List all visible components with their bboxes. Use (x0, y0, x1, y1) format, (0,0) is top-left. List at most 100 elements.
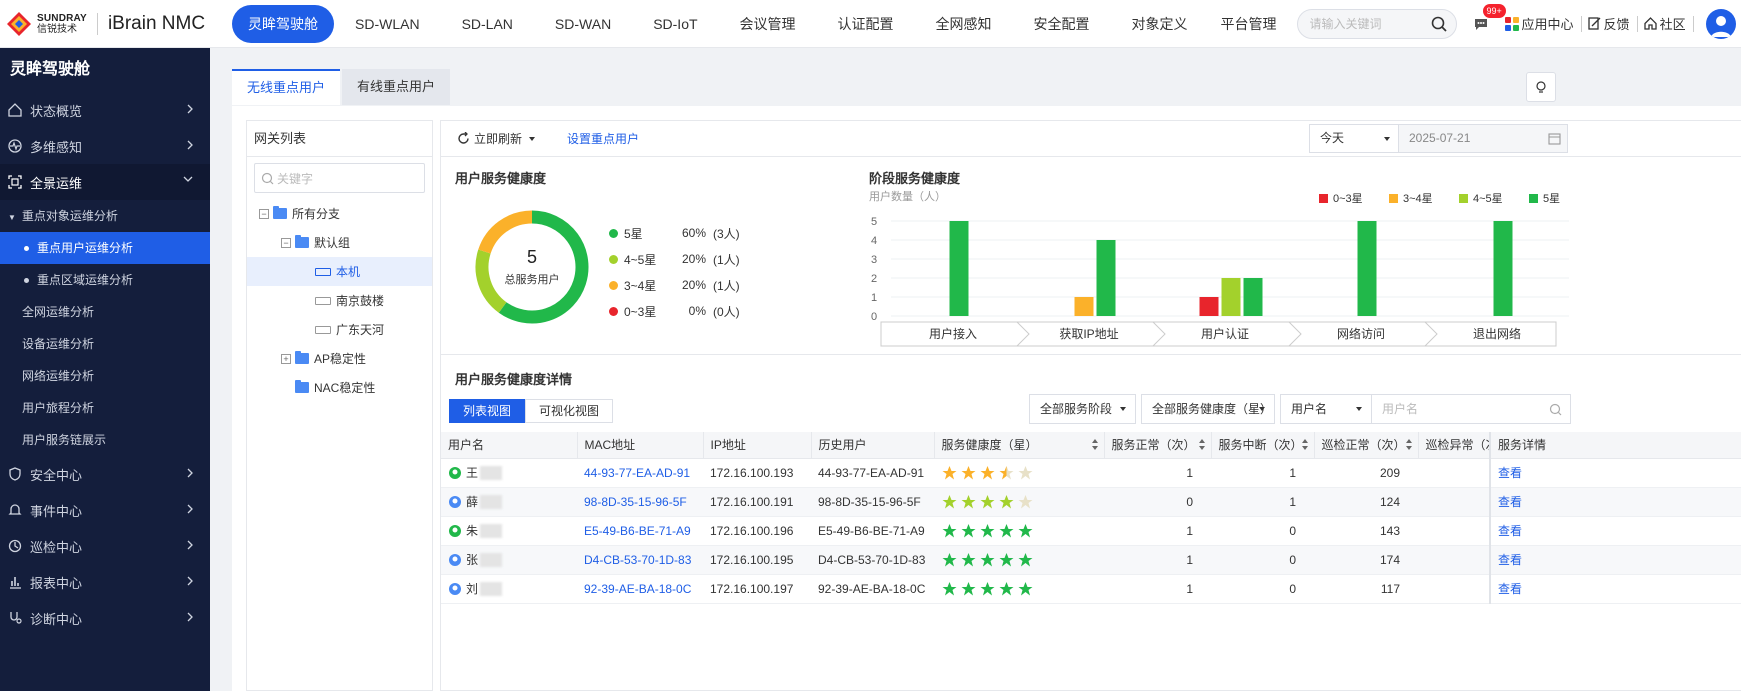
table-row[interactable]: 薛 98-8D-35-15-96-5F 172.16.100.191 98-8D-35… (441, 487, 1741, 517)
legend-item[interactable]: 5星 60% (3人) (609, 220, 740, 246)
tips-button[interactable] (1526, 72, 1556, 102)
col-inspect-ok[interactable]: 巡检正常（次） (1314, 432, 1419, 459)
col-service-broken[interactable]: 服务中断（次） (1211, 432, 1315, 459)
cell-mac[interactable]: 98-8D-35-15-96-5F (577, 487, 703, 517)
feedback-button[interactable]: 反馈 (1587, 14, 1630, 33)
legend-item[interactable]: 3~4星 20% (1人) (609, 272, 740, 298)
tree-node-all[interactable]: − 所有分支 (247, 199, 432, 228)
community-button[interactable]: 社区 (1643, 14, 1686, 33)
collapse-icon[interactable]: − (259, 208, 269, 219)
sort-icon[interactable] (1301, 439, 1308, 451)
tab-wireless-users[interactable]: 无线重点用户 (232, 69, 341, 105)
bar-1-1 (1074, 297, 1094, 316)
tree-node-local[interactable]: 本机 (247, 257, 432, 286)
table-row[interactable]: 张 D4-CB-53-70-1D-83 172.16.100.195 D4-CB-53… (441, 545, 1741, 575)
sidebar-item-status[interactable]: 状态概览 (0, 92, 210, 128)
refresh-button[interactable]: 立即刷新 (457, 130, 536, 147)
legend-item[interactable]: 0~3星 0% (0人) (609, 298, 740, 324)
tree-node-guangdong[interactable]: 广东天河 (247, 315, 432, 344)
sidebar-item-event-center[interactable]: 事件中心 (0, 492, 210, 528)
legend-item[interactable]: 4~5星 20% (1人) (609, 246, 740, 272)
set-key-user-link[interactable]: 设置重点用户 (567, 130, 639, 147)
user-device-icon (449, 553, 461, 566)
legend-name: 3~4星 (624, 278, 657, 293)
sort-icon[interactable] (1091, 439, 1098, 451)
legend-dot (609, 254, 618, 264)
user-device-icon (449, 495, 461, 508)
search-icon[interactable] (1549, 403, 1562, 416)
visual-view-button[interactable]: 可视化视图 (525, 399, 614, 423)
nav-sd-lan[interactable]: SD-LAN (441, 5, 534, 43)
calendar-icon[interactable] (1548, 132, 1561, 145)
nav-cockpit[interactable]: 灵眸驾驶舱 (232, 4, 334, 43)
nav-auth[interactable]: 认证配置 (817, 5, 915, 43)
sidebar-item-key-area[interactable]: 重点区域运维分析 (0, 264, 210, 296)
tree-node-nanjing[interactable]: 南京鼓楼 (247, 286, 432, 315)
sidebar-item-network-ops[interactable]: 全网运维分析 (0, 296, 210, 328)
user-avatar[interactable] (1705, 8, 1736, 39)
nav-meeting[interactable]: 会议管理 (719, 5, 817, 43)
user-search-input[interactable]: 用户名 (1371, 394, 1571, 424)
user-table: 用户名 MAC地址 IP地址 历史用户 服务健康度（星） 服务正常（次） 服务中… (441, 432, 1741, 604)
col-service-ok[interactable]: 服务正常（次） (1104, 432, 1212, 459)
health-filter-select[interactable]: 全部服务健康度（星） (1141, 394, 1275, 424)
view-detail-link[interactable]: 查看 (1489, 545, 1741, 575)
sidebar-item-key-user[interactable]: 重点用户运维分析 (0, 232, 210, 264)
table-row[interactable]: 王 44-93-77-EA-AD-91 172.16.100.193 44-93-77… (441, 458, 1741, 488)
nav-security[interactable]: 安全配置 (1013, 5, 1111, 43)
sidebar-subgroup[interactable]: ▼ 重点对象运维分析 (0, 200, 210, 232)
list-view-button[interactable]: 列表视图 (449, 399, 526, 423)
cell-mac[interactable]: 44-93-77-EA-AD-91 (577, 458, 703, 488)
top-search-input[interactable]: 请输入关键词 (1296, 8, 1457, 39)
sort-icon[interactable] (1198, 439, 1205, 451)
table-row[interactable]: 朱 E5-49-B6-BE-71-A9 172.16.100.196 E5-49-B6… (441, 516, 1741, 546)
nav-sd-iot[interactable]: SD-IoT (632, 5, 718, 43)
sidebar-item-inspection-center[interactable]: 巡检中心 (0, 528, 210, 564)
category-label: 退出网络 (1473, 326, 1521, 341)
nav-perception[interactable]: 全网感知 (915, 5, 1013, 43)
table-row[interactable]: 刘 92-39-AE-BA-18-0C 172.16.100.197 92-39-AE… (441, 574, 1741, 604)
cell-service-ok: 1 (1104, 574, 1211, 604)
date-input[interactable]: 2025-07-21 (1398, 124, 1568, 153)
sidebar-item-net-ops[interactable]: 网络运维分析 (0, 360, 210, 392)
y-tick-label: 2 (871, 273, 877, 285)
message-button[interactable]: 99+ (1473, 3, 1506, 32)
sidebar-item-security-center[interactable]: 安全中心 (0, 456, 210, 492)
view-detail-link[interactable]: 查看 (1489, 516, 1741, 546)
stage-filter-select[interactable]: 全部服务阶段 (1029, 394, 1136, 424)
bar-4-3 (1493, 221, 1513, 316)
gateway-search-input[interactable]: 关键字 (254, 163, 425, 193)
nav-sd-wan[interactable]: SD-WAN (534, 5, 632, 43)
expand-icon[interactable]: + (281, 353, 291, 364)
logo[interactable]: SUNDRAY 信锐技术 iBrain NMC (0, 11, 232, 37)
cell-mac[interactable]: D4-CB-53-70-1D-83 (577, 545, 703, 575)
sidebar-item-perception[interactable]: 多维感知 (0, 128, 210, 164)
period-select[interactable]: 今天 (1309, 124, 1399, 153)
cell-mac[interactable]: 92-39-AE-BA-18-0C (577, 574, 703, 604)
app-center-button[interactable]: 应用中心 (1504, 14, 1574, 33)
tree-node-nac-stability[interactable]: NAC稳定性 (247, 373, 432, 402)
sidebar-item-report-center[interactable]: 报表中心 (0, 564, 210, 600)
nav-platform[interactable]: 平台管理 (1209, 5, 1289, 43)
sidebar-item-journey[interactable]: 用户旅程分析 (0, 392, 210, 424)
sidebar-item-ops[interactable]: 全景运维 (0, 164, 210, 200)
sort-icon[interactable] (1405, 439, 1412, 451)
cell-mac[interactable]: E5-49-B6-BE-71-A9 (577, 516, 703, 546)
caret-down-icon (1259, 407, 1265, 411)
col-health[interactable]: 服务健康度（星） (934, 432, 1105, 459)
search-icon[interactable] (1431, 16, 1447, 32)
field-select[interactable]: 用户名 (1280, 394, 1372, 424)
tree-node-default-group[interactable]: − 默认组 (247, 228, 432, 257)
view-detail-link[interactable]: 查看 (1489, 487, 1741, 517)
nav-object[interactable]: 对象定义 (1111, 5, 1209, 43)
tree-node-ap-stability[interactable]: + AP稳定性 (247, 344, 432, 373)
col-inspect-fail[interactable]: 巡检异常（次） (1418, 432, 1491, 459)
collapse-icon[interactable]: − (281, 237, 291, 248)
sidebar-item-diagnosis-center[interactable]: 诊断中心 (0, 600, 210, 636)
view-detail-link[interactable]: 查看 (1489, 574, 1741, 604)
sidebar-item-service-chain[interactable]: 用户服务链展示 (0, 424, 210, 456)
nav-sd-wlan[interactable]: SD-WLAN (334, 5, 441, 43)
view-detail-link[interactable]: 查看 (1489, 458, 1741, 488)
sidebar-item-device-ops[interactable]: 设备运维分析 (0, 328, 210, 360)
tab-wired-users[interactable]: 有线重点用户 (342, 69, 451, 105)
